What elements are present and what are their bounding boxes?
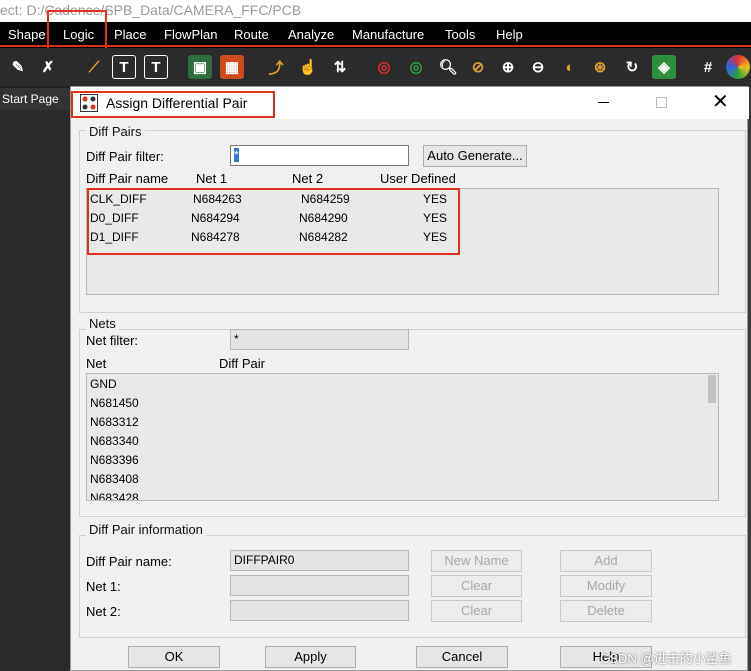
diff-pair-info-group-label: Diff Pair information [86, 522, 206, 537]
maximize-icon[interactable] [656, 97, 667, 108]
col-net2: Net 2 [292, 171, 324, 186]
canvas-area [0, 110, 70, 671]
ok-button[interactable]: OK [128, 646, 220, 668]
connect-icon[interactable]: ⤴ [264, 55, 288, 79]
menu-tools[interactable]: Tools [445, 27, 475, 42]
zoom-fit-icon[interactable]: 🔍︎ [436, 55, 460, 79]
dialog-title: Assign Differential Pair [106, 95, 248, 111]
zoom-select-icon[interactable]: ⊘ [466, 55, 490, 79]
diff-pairs-list: CLK_DIFF N684263 N684259 YES D0_DIFF N68… [86, 188, 719, 295]
rats-all-icon[interactable]: ◎ [372, 55, 396, 79]
add-button[interactable]: Add [560, 550, 652, 572]
diff-pair-name-input[interactable]: DIFFPAIR0 [230, 550, 409, 571]
diff-pair-filter-label: Diff Pair filter: [86, 149, 164, 164]
clear-net2-button[interactable]: Clear [431, 600, 522, 622]
zoom-out-icon[interactable]: ⊖ [526, 55, 550, 79]
menu-manufacture[interactable]: Manufacture [352, 27, 424, 42]
net-row[interactable]: N681450 [87, 396, 702, 415]
menu-route[interactable]: Route [234, 27, 269, 42]
diff-pair-name: CLK_DIFF [90, 192, 147, 206]
diff-pair-net2: N684290 [299, 211, 348, 225]
cancel-button[interactable]: Cancel [416, 646, 508, 668]
net2-label: Net 2: [86, 604, 121, 619]
col-diff-pair-name: Diff Pair name [86, 171, 169, 186]
diff-pair-app-icon [80, 94, 98, 112]
diff-pair-user-defined: YES [423, 211, 448, 225]
nets-list: GND N681450 N683312 N683340 N683396 N683… [86, 373, 719, 501]
menu-bar: Shape Logic Place FlowPlan Route Analyze… [0, 22, 751, 48]
menu-place[interactable]: Place [114, 27, 147, 42]
col-user-defined: User Defined [380, 171, 456, 186]
net1-label: Net 1: [86, 579, 121, 594]
diff-pair-filter-input[interactable]: * [230, 145, 409, 166]
minimize-icon[interactable] [598, 102, 609, 103]
redraw-icon[interactable]: ↻ [620, 55, 644, 79]
col-net1: Net 1 [196, 171, 228, 186]
net2-input[interactable] [230, 600, 409, 621]
diff-pair-name: D0_DIFF [90, 211, 139, 225]
diff-pair-user-defined: YES [423, 230, 448, 244]
menu-analyze[interactable]: Analyze [288, 27, 334, 42]
diff-pair-name-label: Diff Pair name: [86, 554, 172, 569]
diff-pair-net1: N684278 [191, 230, 240, 244]
diff-pair-net1: N684294 [191, 211, 240, 225]
new-name-button[interactable]: New Name [431, 550, 522, 572]
clear-net1-button[interactable]: Clear [431, 575, 522, 597]
swap-icon[interactable]: ⇅ [328, 55, 352, 79]
diff-pair-net2: N684282 [299, 230, 348, 244]
nets-scrollbar-thumb[interactable] [708, 375, 716, 403]
net-row[interactable]: N683396 [87, 453, 702, 472]
net-row[interactable]: N683408 [87, 472, 702, 491]
color-palette-icon[interactable] [726, 55, 750, 79]
zoom-center-icon[interactable]: ⊛ [588, 55, 612, 79]
modify-button[interactable]: Modify [560, 575, 652, 597]
net-filter-label: Net filter: [86, 333, 139, 348]
menu-help[interactable]: Help [496, 27, 523, 42]
net-row[interactable]: GND [87, 377, 702, 396]
menu-flowplan[interactable]: FlowPlan [164, 27, 217, 42]
diff-pair-net2: N684259 [301, 192, 350, 206]
pin-icon[interactable]: ✎ [6, 55, 30, 79]
add-line-icon[interactable]: ⟋ [82, 55, 106, 79]
net-row[interactable]: N683340 [87, 434, 702, 453]
slide-icon[interactable]: ☝ [296, 55, 320, 79]
rats-net-icon[interactable]: ◎ [404, 55, 428, 79]
delete-button[interactable]: Delete [560, 600, 652, 622]
add-text-icon[interactable]: T [112, 55, 136, 79]
col-diff-pair: Diff Pair [219, 356, 265, 371]
diff-pair-row[interactable]: D1_DIFF N684278 N684282 YES [87, 230, 718, 249]
chip-icon[interactable]: ▦ [220, 55, 244, 79]
net-filter-input[interactable]: * [230, 329, 409, 350]
assign-diff-pair-dialog: Assign Differential Pair ✕ Diff Pairs Di… [70, 86, 749, 671]
net-row[interactable]: N683428 [87, 491, 702, 500]
close-icon[interactable]: ✕ [712, 91, 729, 113]
unpin-icon[interactable]: ✗ [36, 55, 60, 79]
place-component-icon[interactable]: ▣ [188, 55, 212, 79]
diff-pair-row[interactable]: CLK_DIFF N684263 N684259 YES [87, 192, 718, 211]
net1-input[interactable] [230, 575, 409, 596]
diff-pair-user-defined: YES [423, 192, 448, 206]
grid-icon[interactable]: # [696, 55, 720, 79]
zoom-in-icon[interactable]: ⊕ [496, 55, 520, 79]
edit-text-icon[interactable]: T [144, 55, 168, 79]
col-net: Net [86, 356, 107, 371]
window-path-title: ect: D:/Cadence/SPB_Data/CAMERA_FFC/PCB [0, 0, 751, 22]
menu-shape[interactable]: Shape [8, 27, 46, 42]
3d-view-icon[interactable]: ◈ [652, 55, 676, 79]
toolbar: ✎ ✗ ⟋ T T ▣ ▦ ⤴ ☝ ⇅ ◎ ◎ 🔍︎ ⊘ ⊕ ⊖ ◐ ⊛ ↻ ◈… [0, 48, 751, 86]
watermark: CSDN @进击的小鲨鱼 [600, 651, 732, 666]
diff-pair-name: D1_DIFF [90, 230, 139, 244]
diff-pair-row[interactable]: D0_DIFF N684294 N684290 YES [87, 211, 718, 230]
tab-start-page[interactable]: Start Page [0, 88, 70, 110]
apply-button[interactable]: Apply [265, 646, 356, 668]
auto-generate-button[interactable]: Auto Generate... [423, 145, 527, 167]
nets-group-label: Nets [86, 316, 119, 331]
diff-pairs-group-label: Diff Pairs [86, 124, 145, 139]
menu-logic[interactable]: Logic [63, 27, 94, 42]
dialog-title-bar: Assign Differential Pair ✕ [71, 87, 749, 119]
net-row[interactable]: N683312 [87, 415, 702, 434]
zoom-previous-icon[interactable]: ◐ [558, 55, 582, 79]
diff-pair-net1: N684263 [193, 192, 242, 206]
